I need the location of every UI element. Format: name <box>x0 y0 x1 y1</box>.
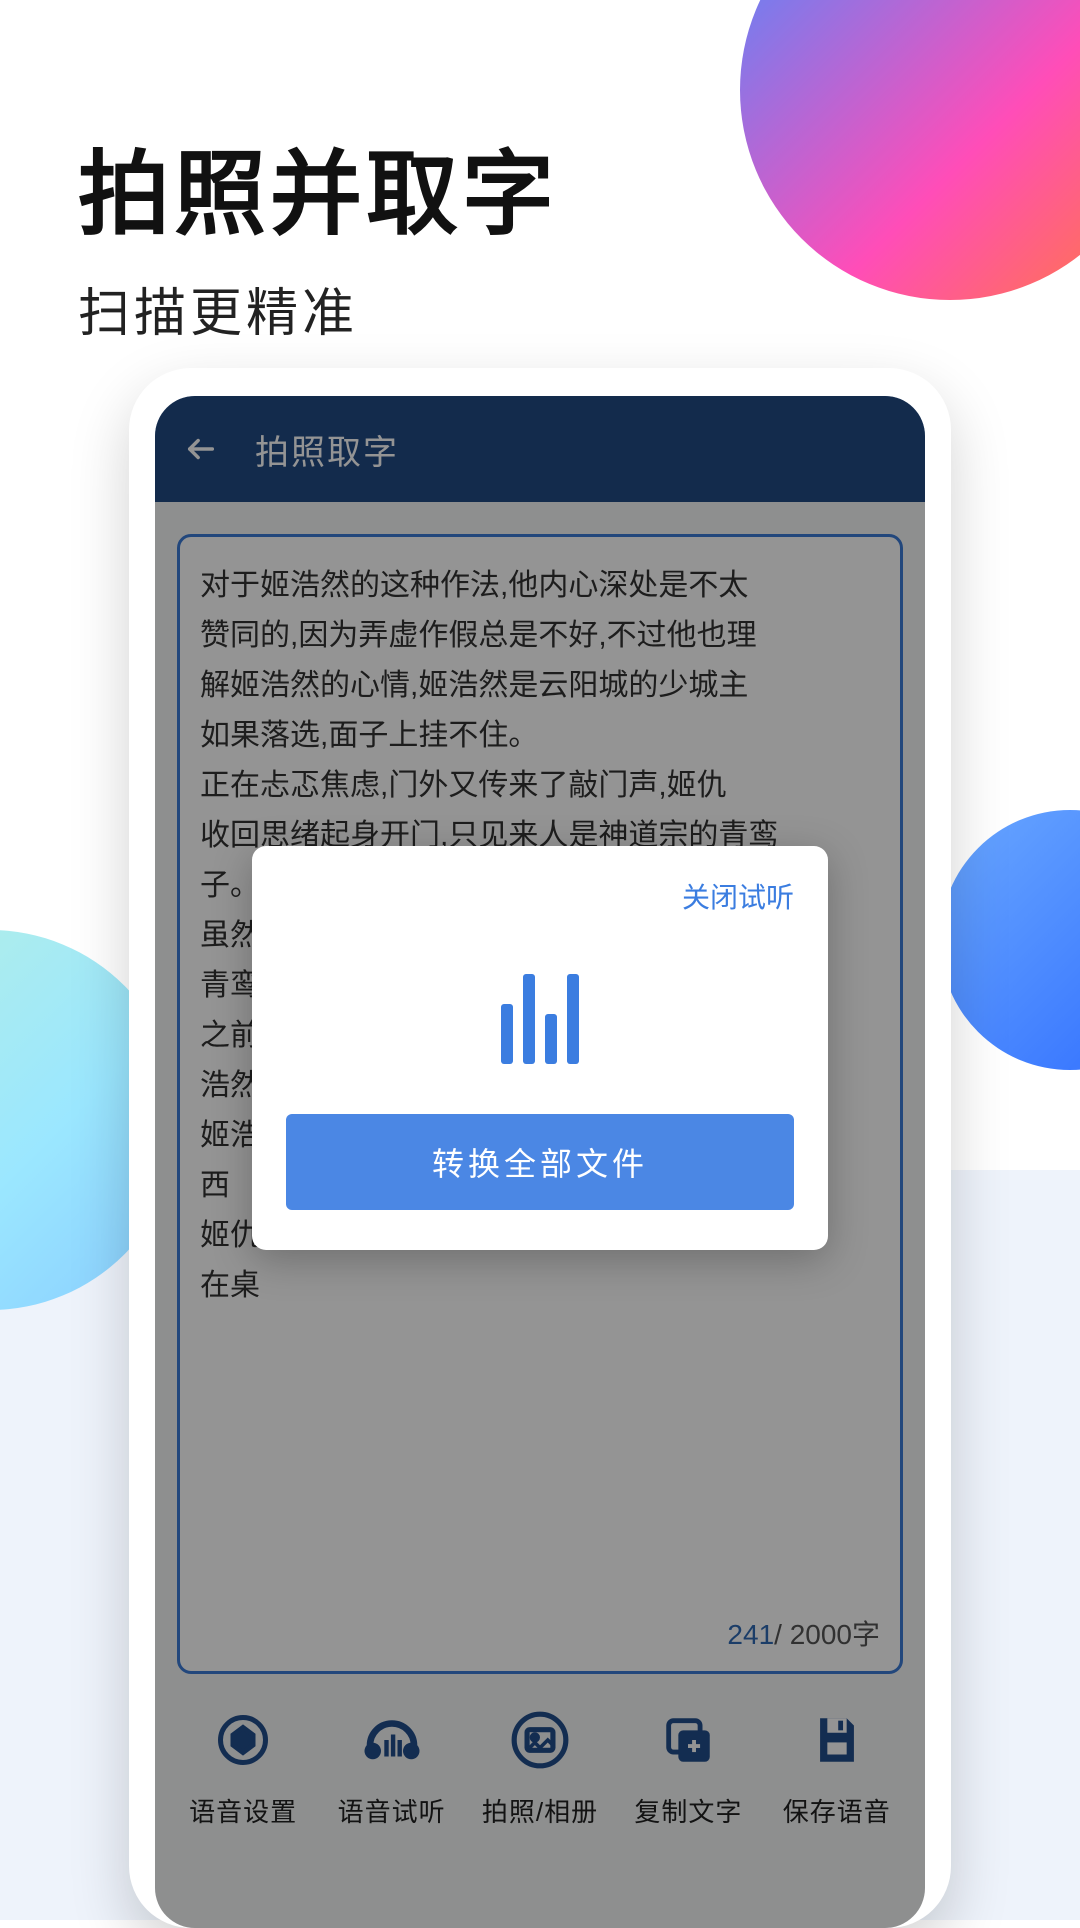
convert-all-button[interactable]: 转换全部文件 <box>286 1114 794 1210</box>
audio-preview-modal: 关闭试听 转换全部文件 <box>252 846 828 1250</box>
audio-wave-icon <box>286 944 794 1064</box>
phone-frame: 拍照取字 对于姬浩然的这种作法,他内心深处是不太 赞同的,因为弄虚作假总是不好,… <box>129 368 951 1928</box>
hero-title: 拍照并取字 <box>78 120 558 253</box>
phone-screen: 拍照取字 对于姬浩然的这种作法,他内心深处是不太 赞同的,因为弄虚作假总是不好,… <box>155 396 925 1928</box>
decor-circle-right <box>940 810 1080 1070</box>
hero: 拍照并取字 扫描更精准 <box>78 120 558 346</box>
hero-subtitle: 扫描更精准 <box>78 271 558 346</box>
decor-circle-top-right <box>740 0 1080 300</box>
close-preview-link[interactable]: 关闭试听 <box>286 876 794 916</box>
